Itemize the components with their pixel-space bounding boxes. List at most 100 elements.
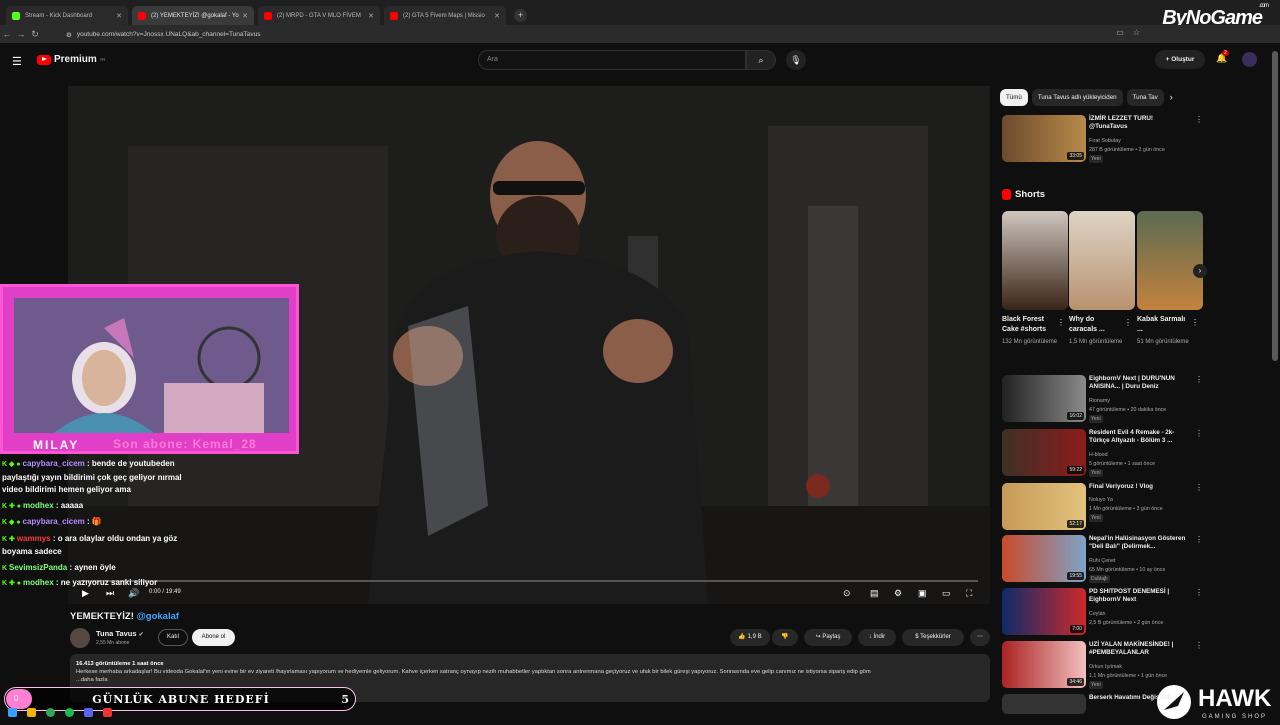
dislike-button[interactable]: 👎 bbox=[772, 629, 798, 646]
close-icon[interactable]: ✕ bbox=[368, 12, 374, 20]
thumb-up-icon: 👍 bbox=[738, 634, 746, 640]
address-bar: ← → ↻ ⚙ youtube.com/watch?v=Jnossx UNaLQ&… bbox=[0, 25, 1280, 43]
video-thumbnail: 16:02 bbox=[1002, 375, 1086, 422]
cast-icon[interactable]: ▭ bbox=[1116, 28, 1124, 37]
related-video[interactable]: 16:02 EighbornV Next | DURU'NUN ANISINA.… bbox=[1000, 375, 1205, 425]
more-options-icon[interactable]: ⋮ bbox=[1191, 318, 1199, 327]
fullscreen-icon[interactable]: ⛶ bbox=[966, 588, 972, 599]
title-mention-link[interactable]: @gokalaf bbox=[137, 611, 180, 622]
back-icon[interactable]: ← bbox=[0, 29, 14, 39]
search-input[interactable]: Ara bbox=[478, 50, 746, 70]
youtube-logo[interactable]: Premium TR bbox=[37, 54, 105, 65]
chat-badge-icons: K ✚ ● bbox=[2, 580, 23, 587]
chip-uploader[interactable]: Tuna Tavus adlı yükleyiciden bbox=[1031, 88, 1123, 106]
video-thumbnail: 34:46 bbox=[1002, 641, 1086, 688]
video-title: Resident Evil 4 Remake - 2k- Türkçe Alty… bbox=[1089, 429, 1175, 444]
video-thumbnail: 19:55 bbox=[1002, 535, 1086, 582]
more-options-icon[interactable]: ⋮ bbox=[1195, 115, 1203, 124]
close-icon[interactable]: ✕ bbox=[242, 12, 248, 20]
related-video[interactable]: 52:17 Final Veriyoruz ! Vlog Noluyo Ya 1… bbox=[1000, 483, 1205, 533]
browser-tab[interactable]: (2) GTA 5 Fivem Maps | Missio ✕ bbox=[384, 6, 506, 25]
mic-icon: 🎙 bbox=[790, 55, 802, 65]
join-button[interactable]: Katıl bbox=[158, 629, 188, 646]
app-icon[interactable] bbox=[103, 708, 112, 717]
related-video[interactable]: 33:05 İZMİR LEZZET TURU! @TunaTavus Fıra… bbox=[1000, 115, 1205, 165]
miniplayer-icon[interactable]: ▣ bbox=[918, 588, 927, 599]
browser-tab[interactable]: Stream - Kick Dashboard ✕ bbox=[6, 6, 128, 25]
short-views: 132 Mn görüntüleme bbox=[1002, 339, 1058, 345]
download-button[interactable]: ↓ İndir bbox=[858, 629, 896, 646]
more-options-icon[interactable]: ⋮ bbox=[1124, 318, 1132, 327]
share-button[interactable]: ↪ Paylaş bbox=[804, 629, 852, 646]
status-badge: Yeni bbox=[1089, 514, 1103, 522]
close-icon[interactable]: ✕ bbox=[116, 12, 122, 20]
search-button[interactable]: ⌕ bbox=[746, 50, 776, 70]
more-options-icon[interactable]: ⋮ bbox=[1195, 588, 1203, 597]
discord-icon[interactable] bbox=[84, 708, 93, 717]
video-title: Berserk Havatımı Değiştirdi bbox=[1089, 694, 1172, 701]
more-actions-button[interactable]: ⋯ bbox=[970, 629, 990, 646]
short-title: Why do caracals ... bbox=[1069, 316, 1105, 333]
site-info-icon[interactable]: ⚙ bbox=[66, 31, 72, 39]
new-tab-button[interactable]: + bbox=[514, 9, 527, 22]
shorts-icon bbox=[1002, 189, 1011, 200]
more-options-icon[interactable]: ⋮ bbox=[1195, 535, 1203, 544]
hamburger-menu-icon[interactable]: ☰ bbox=[12, 55, 22, 68]
related-video[interactable]: 19:55 Nepal'in Halüsinasyon Gösteren "De… bbox=[1000, 535, 1205, 585]
theater-mode-icon[interactable]: ▭ bbox=[942, 588, 951, 599]
goal-target: 5 bbox=[341, 693, 349, 706]
more-options-icon[interactable]: ⋮ bbox=[1195, 483, 1203, 492]
kick-icon bbox=[12, 11, 20, 20]
page-scrollbar[interactable] bbox=[1272, 51, 1278, 361]
related-video[interactable]: Berserk Havatımı Değiştirdi bbox=[1000, 694, 1205, 714]
more-options-icon[interactable]: ⋮ bbox=[1195, 375, 1203, 384]
progress-bar[interactable] bbox=[80, 580, 978, 582]
shorts-next-icon[interactable]: › bbox=[1193, 264, 1207, 278]
related-video[interactable]: 34:46 UZİ YALAN MAKİNESİNDE! | #PEMBEYAL… bbox=[1000, 641, 1205, 691]
thanks-icon: $ bbox=[915, 634, 919, 640]
start-icon[interactable] bbox=[8, 708, 17, 717]
share-icon: ↪ bbox=[815, 634, 821, 640]
short-thumbnail[interactable] bbox=[1002, 211, 1068, 310]
avatar[interactable] bbox=[1242, 52, 1257, 67]
more-options-icon[interactable]: ⋮ bbox=[1195, 429, 1203, 438]
channel-name[interactable]: Tuna Tavus ✔ bbox=[96, 629, 144, 638]
video-channel: Rionamy bbox=[1089, 398, 1110, 404]
subtitles-icon[interactable]: ▤ bbox=[870, 588, 879, 599]
more-options-icon[interactable]: ⋮ bbox=[1195, 641, 1203, 650]
settings-icon[interactable]: ⚙ bbox=[894, 588, 902, 599]
spotify-icon[interactable] bbox=[65, 708, 74, 717]
video-title: Final Veriyoruz ! Vlog bbox=[1089, 483, 1154, 490]
more-options-icon[interactable]: ⋮ bbox=[1057, 318, 1065, 327]
forward-icon[interactable]: → bbox=[14, 29, 28, 39]
chip-all[interactable]: Tümü bbox=[1000, 88, 1028, 106]
show-more-link[interactable]: ...daha fazla bbox=[76, 677, 108, 683]
short-thumbnail[interactable] bbox=[1137, 211, 1203, 310]
bookmark-star-icon[interactable]: ☆ bbox=[1133, 28, 1140, 37]
chip-channel[interactable]: Tuna Tav bbox=[1126, 88, 1164, 106]
chrome-icon[interactable] bbox=[46, 708, 55, 717]
browser-tab[interactable]: (2) MRPD - GTA V MLO FİVEM ✕ bbox=[258, 6, 380, 25]
browser-tab-active[interactable]: (2) YEMEKTEYİZ! @gokalaf - Yo ✕ bbox=[132, 6, 254, 25]
related-video[interactable]: 59:22 Resident Evil 4 Remake - 2k- Türkç… bbox=[1000, 429, 1205, 479]
related-video[interactable]: 7:00 PD SHITPOST DENEMESİ | EighbornV Ne… bbox=[1000, 588, 1205, 638]
thumb-down-icon: 👎 bbox=[781, 634, 789, 640]
explorer-icon[interactable] bbox=[27, 708, 36, 717]
url-field[interactable]: ⚙ youtube.com/watch?v=Jnossx UNaLQ&ab_cha… bbox=[60, 28, 1080, 41]
download-icon: ↓ bbox=[868, 634, 872, 640]
channel-avatar[interactable] bbox=[70, 628, 90, 648]
webcam-overlay bbox=[0, 284, 299, 454]
reload-icon[interactable]: ↻ bbox=[28, 29, 42, 40]
short-thumbnail[interactable] bbox=[1069, 211, 1135, 310]
related-sidebar: Tümü Tuna Tavus adlı yükleyiciden Tuna T… bbox=[1000, 88, 1205, 106]
close-icon[interactable]: ✕ bbox=[494, 12, 500, 20]
voice-search-button[interactable]: 🎙 bbox=[786, 50, 806, 70]
chat-badge-icons: K bbox=[2, 564, 9, 572]
subscribe-button[interactable]: Abone ol bbox=[192, 629, 235, 646]
create-button[interactable]: + Oluştur bbox=[1155, 50, 1205, 69]
chevron-right-icon[interactable]: › bbox=[1170, 92, 1173, 102]
thanks-button[interactable]: $ Teşekkürler bbox=[902, 629, 964, 646]
video-meta: 2,5 B görüntüleme • 2 gün önce bbox=[1089, 620, 1164, 626]
autoplay-toggle-icon[interactable]: ⊙ bbox=[843, 588, 851, 599]
like-button[interactable]: 👍 1,9 B bbox=[730, 629, 770, 646]
